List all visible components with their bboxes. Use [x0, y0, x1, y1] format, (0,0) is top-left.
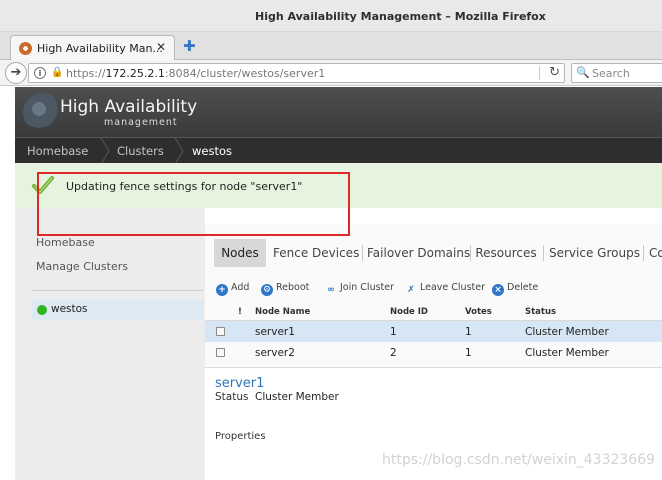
- cell-node-id: 2: [390, 347, 397, 359]
- lock-icon: 🔒: [51, 67, 64, 78]
- row-checkbox[interactable]: [216, 348, 225, 357]
- add-icon: +: [216, 284, 228, 296]
- watermark: https://blog.csdn.net/weixin_43323669: [382, 452, 656, 468]
- sidebar-item-cluster[interactable]: westos: [32, 300, 203, 320]
- search-placeholder: Search: [592, 67, 630, 80]
- tab-separator: [543, 245, 544, 261]
- tab-resources[interactable]: Resources: [475, 239, 537, 267]
- logo-icon: [23, 93, 63, 133]
- properties-heading: Properties: [215, 431, 266, 442]
- window-title: High Availability Management – Mozilla F…: [255, 10, 546, 23]
- tab-separator: [362, 245, 363, 261]
- search-bar[interactable]: 🔍 Search: [571, 63, 662, 83]
- tab-strip: High Availability Man... ✕ ✚: [0, 32, 662, 61]
- highlight-annotation: [37, 172, 350, 236]
- breadcrumb-clusters[interactable]: Clusters: [117, 144, 164, 158]
- tab-label: High Availability Man...: [37, 42, 163, 55]
- url-bar[interactable]: i 🔒 https://172.25.2.1:8084/cluster/west…: [28, 63, 565, 83]
- tab-fence-devices[interactable]: Fence Devices: [273, 239, 359, 267]
- navigation-toolbar: ➔ i 🔒 https://172.25.2.1:8084/cluster/we…: [0, 60, 662, 86]
- app-title: High Availability: [60, 97, 198, 117]
- cell-votes: 1: [465, 347, 472, 359]
- cell-node-name: server1: [255, 326, 295, 338]
- tab-separator: [643, 245, 644, 261]
- window-titlebar: High Availability Management – Mozilla F…: [0, 0, 662, 32]
- column-header-alert[interactable]: !: [238, 307, 242, 317]
- tab-separator: [470, 245, 471, 261]
- breadcrumb-separator-icon: [100, 138, 110, 164]
- app-subtitle: management: [104, 117, 178, 128]
- leave-cluster-button[interactable]: ✗ Leave Cluster: [405, 282, 485, 296]
- favicon-icon: [19, 42, 32, 55]
- browser-tab[interactable]: High Availability Man... ✕: [10, 35, 175, 61]
- cell-status: Cluster Member: [525, 326, 609, 338]
- join-cluster-button[interactable]: ∞ Join Cluster: [325, 282, 394, 296]
- link-icon: ∞: [327, 285, 335, 295]
- back-button[interactable]: ➔: [5, 62, 27, 84]
- breadcrumb-homebase[interactable]: Homebase: [27, 144, 88, 158]
- column-header-status[interactable]: Status: [525, 307, 556, 317]
- column-header-votes[interactable]: Votes: [465, 307, 492, 317]
- delete-icon: ×: [492, 284, 504, 296]
- reboot-button[interactable]: ⚙ Reboot: [261, 282, 309, 296]
- status-value: Cluster Member: [255, 391, 339, 403]
- url-text[interactable]: https://172.25.2.1:8084/cluster/westos/s…: [66, 67, 325, 80]
- sidebar: Homebase Manage Clusters westos: [15, 208, 205, 480]
- tab-nodes[interactable]: Nodes: [214, 239, 266, 267]
- main-panel: Nodes Fence Devices Failover Domains Res…: [205, 224, 662, 480]
- close-tab-icon[interactable]: ✕: [156, 40, 166, 54]
- sidebar-item-manage-clusters[interactable]: Manage Clusters: [36, 260, 128, 273]
- status-dot-icon: [37, 305, 47, 315]
- url-divider: [539, 66, 540, 80]
- table-row[interactable]: server1 1 1 Cluster Member: [205, 321, 662, 342]
- unlink-icon: ✗: [407, 285, 415, 295]
- column-header-node-id[interactable]: Node ID: [390, 307, 428, 317]
- reload-icon[interactable]: ↻: [549, 65, 560, 80]
- node-detail-title: server1: [215, 376, 265, 391]
- cluster-name: westos: [51, 303, 88, 315]
- tab-failover-domains[interactable]: Failover Domains: [367, 239, 470, 267]
- tab-more[interactable]: Co: [649, 239, 662, 267]
- table-header: ! Node Name Node ID Votes Status: [205, 304, 662, 321]
- cell-node-name: server2: [255, 347, 295, 359]
- sidebar-item-homebase[interactable]: Homebase: [36, 236, 95, 249]
- breadcrumb-current: westos: [192, 144, 233, 158]
- breadcrumb: Homebase Clusters westos: [15, 137, 662, 164]
- row-checkbox[interactable]: [216, 327, 225, 336]
- tab-service-groups[interactable]: Service Groups: [549, 239, 640, 267]
- cell-votes: 1: [465, 326, 472, 338]
- column-header-node-name[interactable]: Node Name: [255, 307, 310, 317]
- new-tab-button[interactable]: ✚: [183, 37, 196, 55]
- status-label: Status: [215, 391, 249, 403]
- breadcrumb-separator-icon: [174, 138, 184, 164]
- cell-status: Cluster Member: [525, 347, 609, 359]
- delete-button[interactable]: × Delete: [492, 282, 538, 296]
- info-icon[interactable]: i: [34, 67, 46, 79]
- add-button[interactable]: + Add: [216, 282, 249, 296]
- cell-node-id: 1: [390, 326, 397, 338]
- table-row[interactable]: server2 2 1 Cluster Member: [205, 342, 662, 363]
- gear-icon: ⚙: [261, 284, 273, 296]
- search-icon: 🔍: [576, 66, 590, 79]
- app-header: High Availability management: [15, 87, 662, 137]
- sidebar-divider: [32, 290, 203, 291]
